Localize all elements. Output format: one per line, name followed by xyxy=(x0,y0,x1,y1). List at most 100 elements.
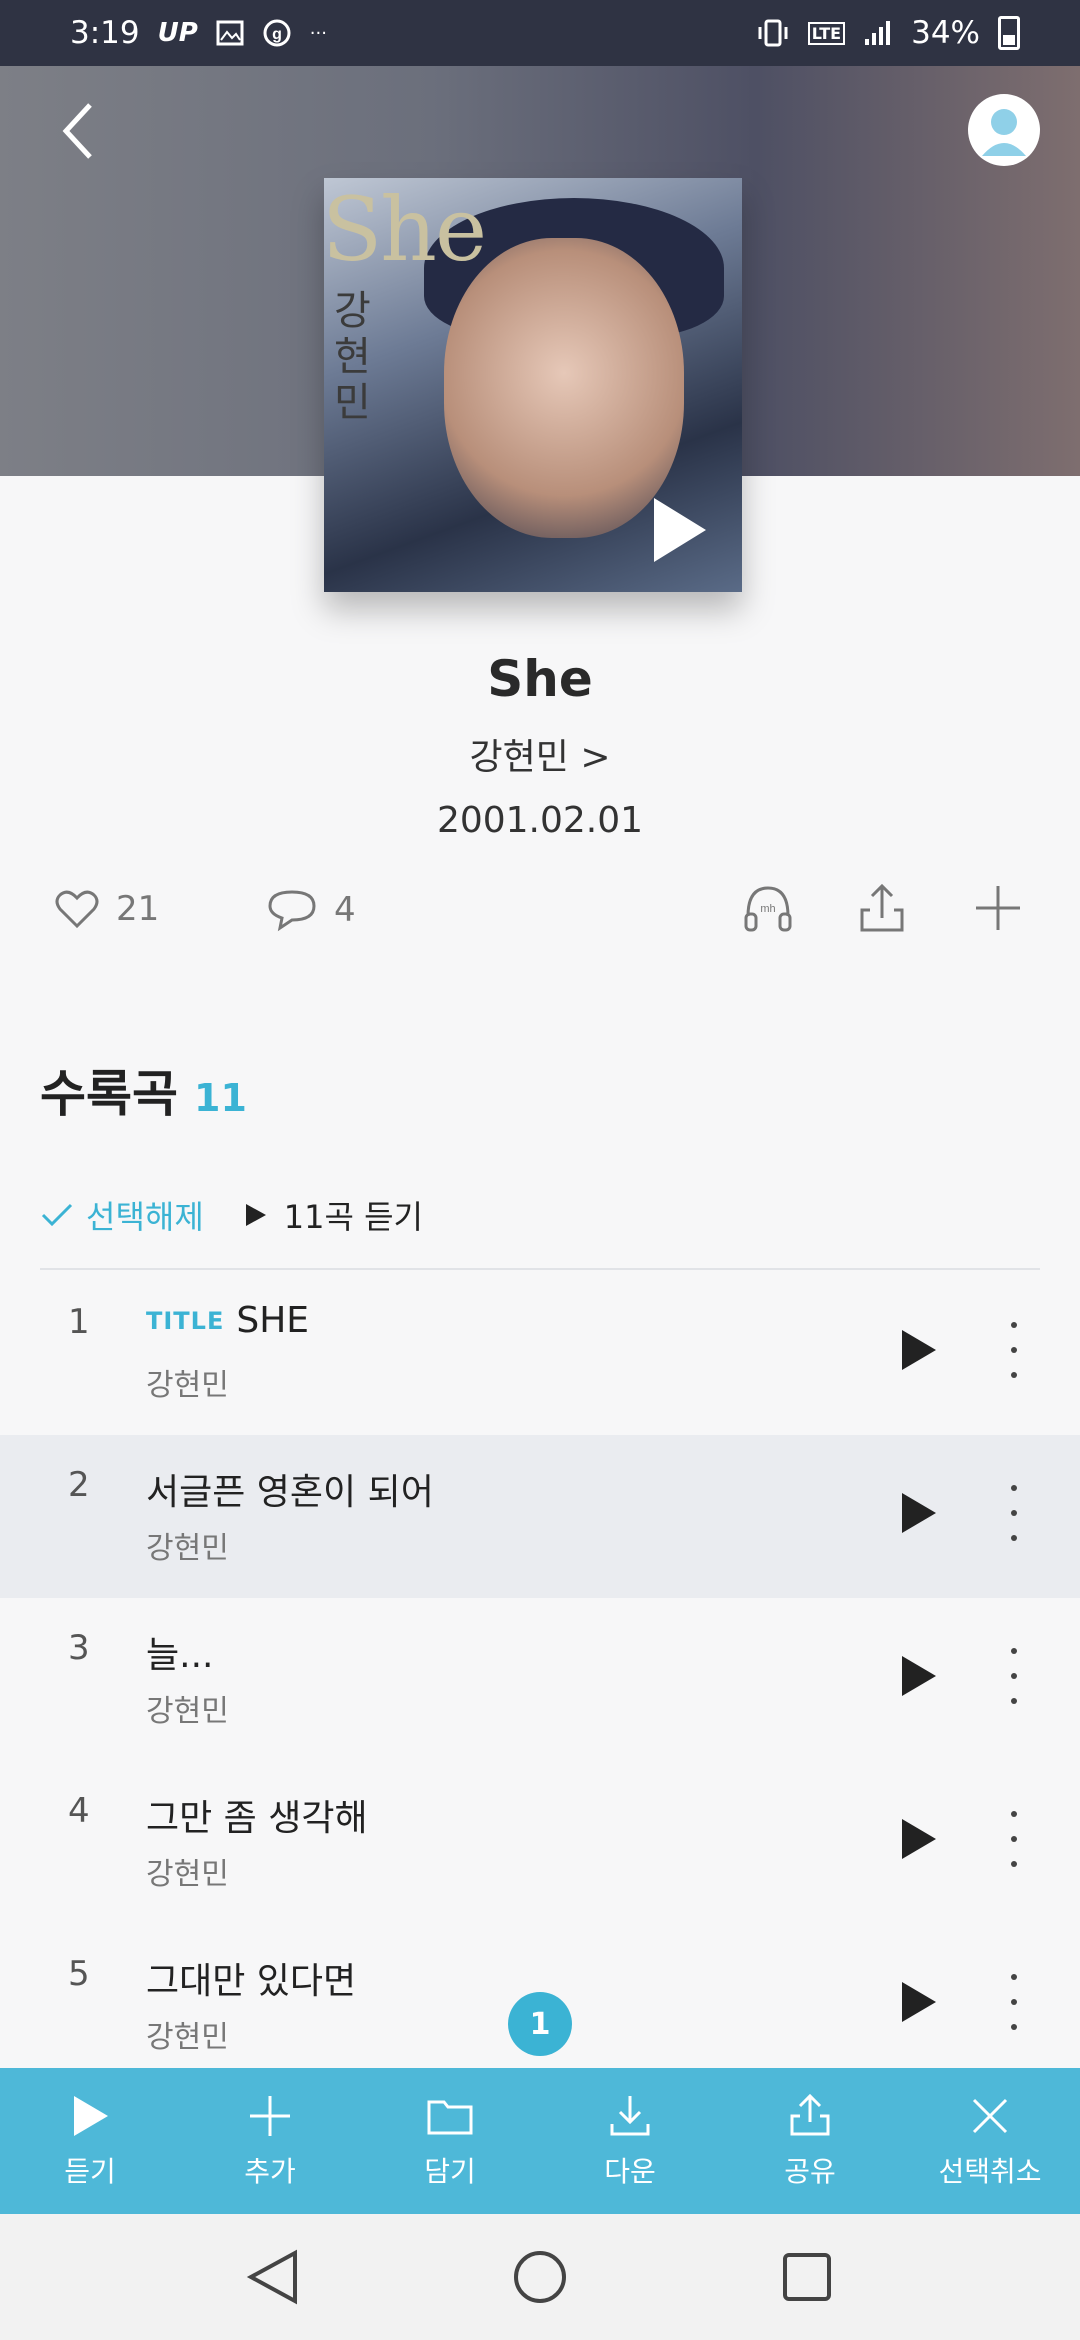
play-icon xyxy=(245,1204,266,1226)
lte-icon: LTE xyxy=(807,21,846,45)
track-row[interactable]: 1 TITLE SHE 강현민 xyxy=(0,1272,1080,1435)
track-number: 3 xyxy=(68,1628,90,1668)
vibrate-icon xyxy=(756,18,790,48)
g-icon: g xyxy=(262,18,292,48)
track-title: 그만 좀 생각해 xyxy=(146,1789,368,1841)
deselect-all-button[interactable]: 선택해제 xyxy=(40,1192,204,1238)
album-play-icon[interactable] xyxy=(654,498,706,562)
svg-text:mh: mh xyxy=(760,903,775,915)
tracks-section-title: 수록곡 11 xyxy=(40,1054,247,1126)
album-art-title: She xyxy=(324,178,487,281)
more-vertical-icon[interactable] xyxy=(1010,1322,1018,1378)
album-artist-link[interactable]: 강현민 > xyxy=(0,728,1080,780)
share-selection-button[interactable]: 공유 xyxy=(720,2068,900,2214)
more-vertical-icon[interactable] xyxy=(1010,1811,1018,1867)
track-artist: 강현민 xyxy=(146,1531,229,1566)
tracks-section-label: 수록곡 xyxy=(40,1065,178,1123)
track-artist: 강현민 xyxy=(146,1694,229,1729)
status-left: 3:19 UP g ··· xyxy=(70,15,327,51)
system-nav-bar xyxy=(0,2214,1080,2340)
track-number: 4 xyxy=(68,1791,90,1831)
triangle-back-icon xyxy=(247,2249,298,2305)
svg-text:g: g xyxy=(272,26,282,43)
selection-controls: 선택해제 11곡 듣기 xyxy=(40,1192,423,1238)
track-artist: 강현민 xyxy=(146,2020,229,2055)
battery-icon xyxy=(998,16,1020,50)
track-title-text: 그만 좀 생각해 xyxy=(146,1798,368,1839)
image-icon xyxy=(216,20,244,46)
comment-icon xyxy=(268,890,316,932)
track-title-text: 늘... xyxy=(146,1635,214,1676)
track-title-text: 그대만 있다면 xyxy=(146,1961,357,2002)
track-play-icon[interactable] xyxy=(902,1330,936,1370)
like-count: 21 xyxy=(116,889,160,929)
album-art-subtitle: 강현민 xyxy=(334,288,371,426)
user-avatar-button[interactable] xyxy=(968,94,1040,166)
track-list: 1 TITLE SHE 강현민 2 서글픈 영혼이 되어 강현민 3 늘... … xyxy=(0,1272,1080,2087)
track-title-text: 서글픈 영혼이 되어 xyxy=(146,1472,434,1513)
listen-button[interactable]: 듣기 xyxy=(0,2068,180,2214)
cancel-label: 선택취소 xyxy=(938,2155,1042,2188)
headphones-icon: mh xyxy=(744,886,792,932)
nav-home-button[interactable] xyxy=(500,2237,580,2317)
share-button[interactable] xyxy=(854,880,910,936)
selection-count-badge: 1 xyxy=(508,1992,572,2056)
album-release-date: 2001.02.01 xyxy=(436,800,644,841)
album-title: She xyxy=(487,650,593,708)
share-label: 공유 xyxy=(784,2155,836,2188)
nav-back-button[interactable] xyxy=(233,2237,313,2317)
more-vertical-icon[interactable] xyxy=(1010,1974,1018,2030)
add-button[interactable] xyxy=(970,880,1026,936)
track-row[interactable]: 3 늘... 강현민 xyxy=(0,1598,1080,1761)
track-artist: 강현민 xyxy=(146,1368,229,1403)
more-notifications-icon: ··· xyxy=(309,22,327,44)
circle-home-icon xyxy=(513,2251,566,2303)
check-icon xyxy=(41,1203,73,1227)
save-label: 담기 xyxy=(424,2155,476,2188)
download-icon xyxy=(606,2092,654,2140)
track-title: 늘... xyxy=(146,1626,213,1678)
album-art-face xyxy=(444,238,684,538)
tracks-count: 11 xyxy=(194,1076,247,1120)
track-title: 서글픈 영혼이 되어 xyxy=(146,1463,434,1515)
title-badge: TITLE xyxy=(146,1306,225,1335)
comment-count: 4 xyxy=(334,890,356,930)
like-button[interactable]: 21 xyxy=(54,888,159,930)
download-button[interactable]: 다운 xyxy=(540,2068,720,2214)
status-right: LTE 34% xyxy=(756,15,1020,51)
share-icon xyxy=(860,883,904,932)
more-vertical-icon[interactable] xyxy=(1010,1648,1018,1704)
track-play-icon[interactable] xyxy=(902,1819,936,1859)
share-icon xyxy=(786,2092,834,2140)
track-play-icon[interactable] xyxy=(902,1982,936,2022)
headphone-button[interactable]: mh xyxy=(740,880,796,936)
track-play-icon[interactable] xyxy=(902,1493,936,1533)
heart-icon xyxy=(55,890,99,929)
track-title: 그대만 있다면 xyxy=(146,1952,356,2004)
play-all-button[interactable]: 11곡 듣기 xyxy=(244,1192,423,1238)
track-row[interactable]: 4 그만 좀 생각해 강현민 xyxy=(0,1761,1080,1924)
comment-button[interactable]: 4 xyxy=(266,888,356,932)
plus-icon xyxy=(976,886,1020,930)
save-button[interactable]: 담기 xyxy=(360,2068,540,2214)
nav-recents-button[interactable] xyxy=(767,2237,847,2317)
signal-icon xyxy=(863,19,893,47)
back-button[interactable] xyxy=(48,96,108,166)
battery-percent: 34% xyxy=(911,15,980,51)
track-artist: 강현민 xyxy=(146,1857,229,1892)
chevron-left-icon xyxy=(62,103,92,159)
add-label: 추가 xyxy=(244,2155,296,2188)
track-play-icon[interactable] xyxy=(902,1656,936,1696)
deselect-label: 선택해제 xyxy=(86,1198,204,1236)
track-title: TITLE SHE xyxy=(146,1300,309,1341)
add-to-playlist-button[interactable]: 추가 xyxy=(180,2068,360,2214)
album-art[interactable]: She 강현민 xyxy=(324,178,742,592)
up-icon: UP xyxy=(157,18,198,48)
close-icon xyxy=(966,2092,1014,2140)
plus-icon xyxy=(246,2092,294,2140)
folder-icon xyxy=(426,2092,474,2140)
more-vertical-icon[interactable] xyxy=(1010,1485,1018,1541)
track-row[interactable]: 2 서글픈 영혼이 되어 강현민 xyxy=(0,1435,1080,1598)
track-number: 5 xyxy=(68,1954,90,1994)
cancel-selection-button[interactable]: 선택취소 xyxy=(900,2068,1080,2214)
